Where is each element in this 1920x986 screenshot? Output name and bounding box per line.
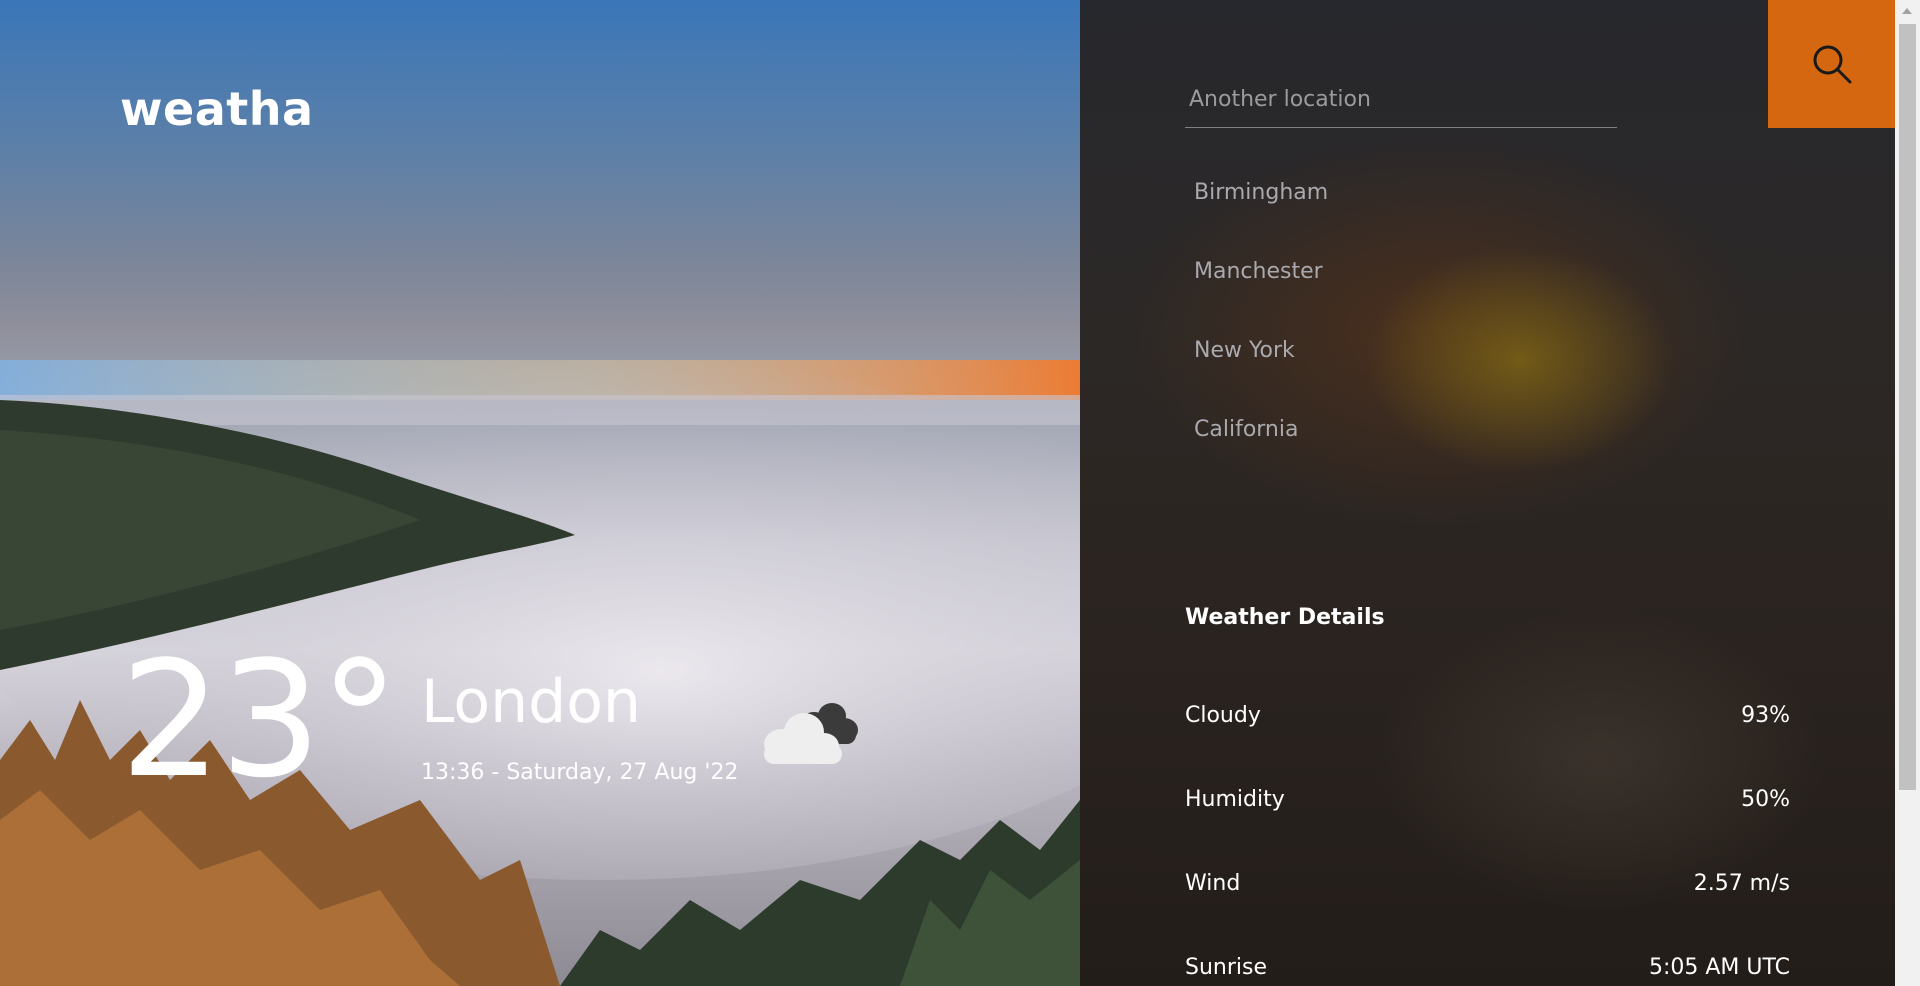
- recent-locations-list: Birmingham Manchester New York Californi…: [1194, 180, 1328, 496]
- search-icon: [1813, 45, 1851, 84]
- app-logo[interactable]: weatha: [120, 82, 314, 136]
- detail-row-wind: Wind 2.57 m/s: [1185, 871, 1790, 896]
- location-item-california[interactable]: California: [1194, 417, 1328, 496]
- current-temperature: 23°: [120, 626, 400, 813]
- page-scrollbar[interactable]: [1895, 0, 1920, 986]
- detail-row-sunrise: Sunrise 5:05 AM UTC: [1185, 955, 1790, 980]
- sidebar-panel: Birmingham Manchester New York Californi…: [1080, 0, 1895, 986]
- detail-value: 2.57 m/s: [1693, 871, 1790, 896]
- current-city: London: [421, 667, 641, 737]
- detail-label: Wind: [1185, 871, 1241, 896]
- scrollbar-thumb[interactable]: [1899, 24, 1916, 790]
- detail-label: Cloudy: [1185, 703, 1261, 728]
- location-item-birmingham[interactable]: Birmingham: [1194, 180, 1328, 259]
- current-datetime: 13:36 - Saturday, 27 Aug '22: [421, 760, 739, 785]
- detail-value: 50%: [1741, 787, 1790, 812]
- detail-label: Sunrise: [1185, 955, 1268, 980]
- cloudy-icon: [764, 703, 858, 764]
- detail-row-cloudy: Cloudy 93%: [1185, 703, 1790, 728]
- location-item-manchester[interactable]: Manchester: [1194, 259, 1328, 338]
- detail-value: 5:05 AM UTC: [1648, 955, 1790, 980]
- detail-value: 93%: [1741, 703, 1790, 728]
- location-item-new-york[interactable]: New York: [1194, 338, 1328, 417]
- scroll-up-arrow-icon[interactable]: [1902, 8, 1912, 14]
- landscape-image: [0, 360, 1080, 986]
- detail-row-humidity: Humidity 50%: [1185, 787, 1790, 812]
- hero-background: weatha 23° London 13:36 - Saturday, 27 A…: [0, 0, 1080, 986]
- location-search-input[interactable]: [1185, 72, 1617, 128]
- search-button[interactable]: [1768, 0, 1895, 128]
- weather-details-heading: Weather Details: [1185, 605, 1385, 630]
- detail-label: Humidity: [1185, 787, 1285, 812]
